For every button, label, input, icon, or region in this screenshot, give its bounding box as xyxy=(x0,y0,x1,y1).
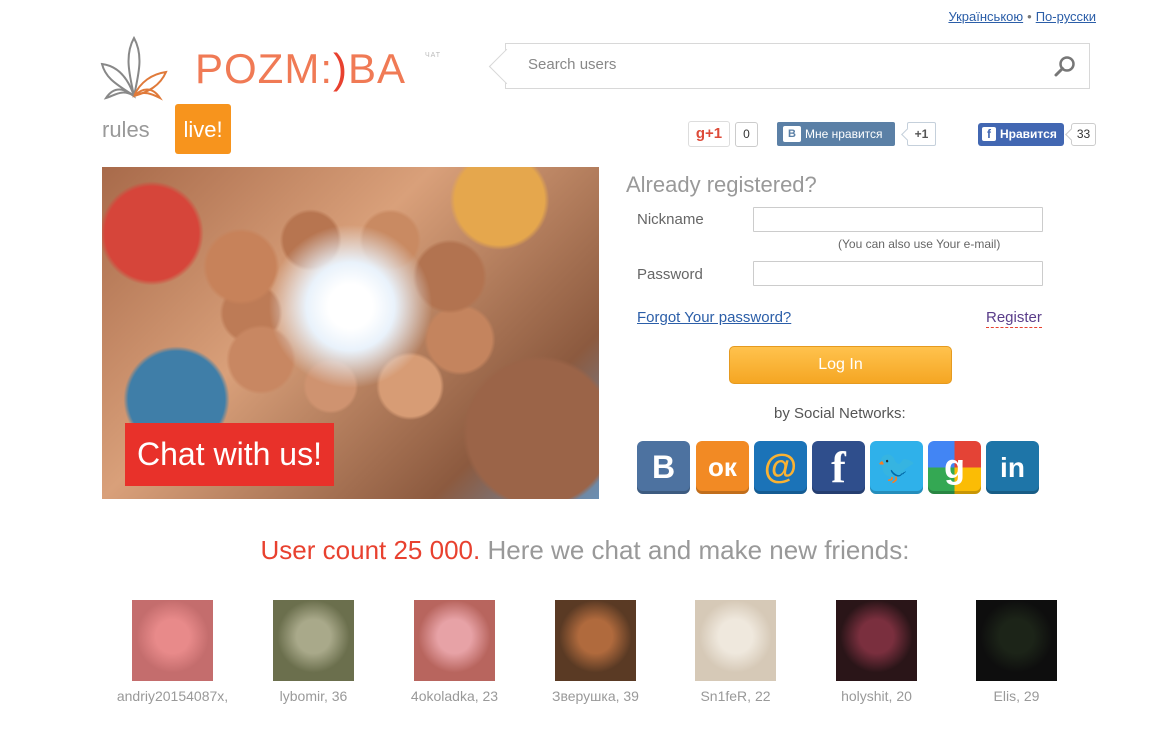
live-button[interactable]: live! xyxy=(175,104,231,154)
user-count-tagline: Here we chat and make new friends: xyxy=(480,535,910,565)
gplus-button[interactable]: g+1 xyxy=(688,121,730,147)
facebook-login-icon[interactable]: f xyxy=(812,441,865,494)
chat-with-us-button[interactable]: Chat with us! xyxy=(125,423,334,486)
google-login-icon[interactable]: g xyxy=(928,441,981,494)
vk-icon: B xyxy=(783,126,801,142)
user-name[interactable]: holyshit, 20 xyxy=(796,688,957,704)
avatar[interactable] xyxy=(273,600,354,681)
vkontakte-login-icon[interactable]: B xyxy=(637,441,690,494)
nickname-field[interactable] xyxy=(753,207,1043,232)
twitter-login-icon[interactable]: 🐦 xyxy=(870,441,923,494)
avatar[interactable] xyxy=(836,600,917,681)
vk-like-button[interactable]: B Мне нравится xyxy=(777,122,895,146)
lang-russian-link[interactable]: По-русски xyxy=(1036,9,1096,24)
avatar[interactable] xyxy=(132,600,213,681)
avatar[interactable] xyxy=(695,600,776,681)
lang-separator: • xyxy=(1027,9,1032,24)
facebook-icon: f xyxy=(982,127,996,141)
leaf-logo-icon[interactable] xyxy=(100,36,168,102)
user-name[interactable]: lybomir, 36 xyxy=(233,688,394,704)
avatar[interactable] xyxy=(555,600,636,681)
user-name[interactable]: Зверушка, 39 xyxy=(515,688,676,704)
search-input[interactable] xyxy=(528,56,1028,73)
logo-subtitle: ЧАТ xyxy=(425,52,442,59)
fb-like-label: Нравится xyxy=(1000,127,1057,141)
login-button[interactable]: Log In xyxy=(729,346,952,384)
logo-text-left: POZM: xyxy=(195,45,333,92)
user-card[interactable]: andriy20154087x, xyxy=(117,600,228,704)
user-name[interactable]: 4okoladka, 23 xyxy=(374,688,535,704)
rules-link[interactable]: rules xyxy=(102,117,150,143)
vk-like-label: Мне нравится xyxy=(805,127,883,141)
linkedin-login-icon[interactable]: in xyxy=(986,441,1039,494)
brand-logo[interactable]: POZM:)BA xyxy=(195,44,406,94)
mail-ru-login-icon[interactable]: @ xyxy=(754,441,807,494)
user-name[interactable]: Sn1feR, 22 xyxy=(655,688,816,704)
lang-ukrainian-link[interactable]: Українською xyxy=(948,9,1023,24)
social-login-label: by Social Networks: xyxy=(774,405,906,422)
user-card[interactable]: Elis, 29 xyxy=(976,600,1057,704)
user-card[interactable]: lybomir, 36 xyxy=(273,600,354,704)
search-box xyxy=(505,43,1090,89)
vk-like-count: +1 xyxy=(907,122,936,146)
language-switch: Українською • По-русски xyxy=(948,9,1096,24)
register-link[interactable]: Register xyxy=(986,309,1042,328)
fb-like-button[interactable]: f Нравится xyxy=(978,123,1064,146)
forgot-password-link[interactable]: Forgot Your password? xyxy=(637,309,791,326)
user-card[interactable]: 4okoladka, 23 xyxy=(411,600,498,704)
user-count-number: User count 25 000. xyxy=(260,535,481,565)
nickname-hint: (You can also use Your e-mail) xyxy=(838,237,1001,251)
user-card[interactable]: holyshit, 20 xyxy=(836,600,917,704)
password-label: Password xyxy=(637,266,703,283)
user-name[interactable]: andriy20154087x, xyxy=(92,688,253,704)
avatar[interactable] xyxy=(414,600,495,681)
user-card[interactable]: Зверушка, 39 xyxy=(552,600,639,704)
logo-smile: ) xyxy=(333,45,348,92)
login-heading: Already registered? xyxy=(626,172,817,197)
fb-like-count: 33 xyxy=(1071,123,1096,146)
logo-text-right: BA xyxy=(348,45,407,92)
nickname-label: Nickname xyxy=(637,211,704,228)
user-name[interactable]: Elis, 29 xyxy=(936,688,1097,704)
odnoklassniki-login-icon[interactable]: ок xyxy=(696,441,749,494)
user-card[interactable]: Sn1feR, 22 xyxy=(695,600,776,704)
search-icon[interactable] xyxy=(1053,55,1077,79)
avatar[interactable] xyxy=(976,600,1057,681)
password-field[interactable] xyxy=(753,261,1043,286)
gplus-count: 0 xyxy=(735,122,758,147)
user-count-heading: User count 25 000. Here we chat and make… xyxy=(0,535,1170,566)
